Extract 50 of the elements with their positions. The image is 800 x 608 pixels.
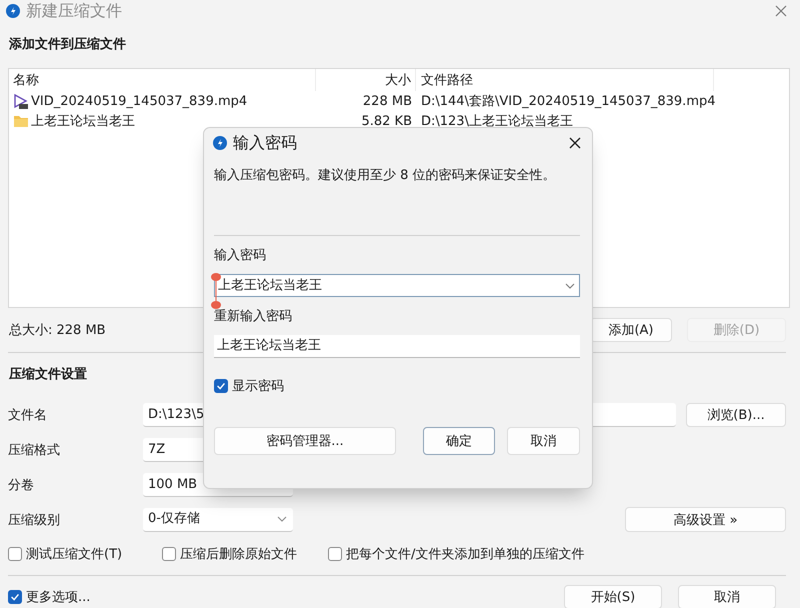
password-input-field[interactable]: 上老王论坛当老王 bbox=[214, 335, 580, 358]
section-heading: 添加文件到压缩文件 bbox=[8, 36, 126, 54]
checkbox-label[interactable]: 测试压缩文件(T) bbox=[26, 545, 122, 563]
password-combo-field[interactable]: 上老王论坛当老王 bbox=[214, 274, 580, 297]
chevron-down-icon bbox=[276, 515, 288, 523]
file-name[interactable]: 上老王论坛当老王 bbox=[31, 112, 135, 130]
file-path: D:\144\套路\VID_20240519_145037_839.mp4 bbox=[421, 93, 716, 110]
checkbox-label[interactable]: 压缩后删除原始文件 bbox=[180, 545, 297, 563]
close-icon bbox=[568, 136, 582, 150]
section-heading: 压缩文件设置 bbox=[8, 366, 87, 384]
column-header[interactable]: 名称 bbox=[9, 69, 316, 91]
dialog-title: 输入密码 bbox=[233, 132, 297, 154]
file-name[interactable]: VID_20240519_145037_839.mp4 bbox=[31, 94, 248, 108]
checkbox-label[interactable]: 把每个文件/文件夹添加到单独的压缩文件 bbox=[346, 545, 584, 563]
checkbox-label[interactable]: 显示密码 bbox=[232, 377, 284, 395]
file-size: 228 MB bbox=[362, 94, 412, 108]
field-label: 输入密码 bbox=[214, 247, 267, 265]
field-label: 压缩级别 bbox=[8, 512, 61, 528]
field-label: 压缩格式 bbox=[8, 442, 61, 458]
total-size: 总大小: 228 MB bbox=[9, 322, 106, 339]
file-size: 5.82 KB bbox=[361, 114, 412, 128]
app-logo-icon bbox=[213, 136, 227, 150]
file-path: D:\123\上老王论坛当老王 bbox=[421, 113, 573, 130]
add-button[interactable]: 添加(A) bbox=[590, 318, 672, 342]
checkbox[interactable] bbox=[8, 590, 22, 604]
dropdown[interactable]: 0-仅存储 bbox=[143, 508, 293, 532]
chevron-down-icon bbox=[564, 282, 576, 290]
window-title: 新建压缩文件 bbox=[26, 0, 122, 22]
checkbox[interactable] bbox=[328, 547, 342, 561]
column-header[interactable]: 文件路径 bbox=[416, 69, 714, 91]
password-manager-button[interactable]: 密码管理器... bbox=[214, 427, 396, 455]
app-logo-icon bbox=[6, 4, 20, 18]
field-label: 重新输入密码 bbox=[214, 308, 293, 326]
ok-button[interactable]: 确定 bbox=[423, 427, 495, 455]
checkbox-label[interactable]: 更多选项... bbox=[26, 588, 90, 606]
folder-icon bbox=[13, 113, 29, 129]
checkbox[interactable] bbox=[8, 547, 22, 561]
start-button[interactable]: 开始(S) bbox=[564, 585, 662, 608]
field-label: 文件名 bbox=[8, 406, 48, 424]
checkbox[interactable] bbox=[214, 379, 228, 393]
cancel-button[interactable]: 取消 bbox=[678, 585, 776, 608]
close-icon bbox=[774, 4, 788, 18]
field-label: 分卷 bbox=[8, 476, 35, 494]
cancel-button[interactable]: 取消 bbox=[507, 427, 580, 455]
advanced-settings-button[interactable]: 高级设置 » bbox=[625, 507, 786, 532]
dialog-description: 输入压缩包密码。建议使用至少 8 位的密码来保证安全性。 bbox=[214, 167, 557, 185]
checkbox[interactable] bbox=[162, 547, 176, 561]
column-header[interactable]: 大小 bbox=[316, 69, 416, 91]
browse-button[interactable]: 浏览(B)... bbox=[686, 402, 786, 426]
video-file-icon bbox=[13, 93, 29, 109]
